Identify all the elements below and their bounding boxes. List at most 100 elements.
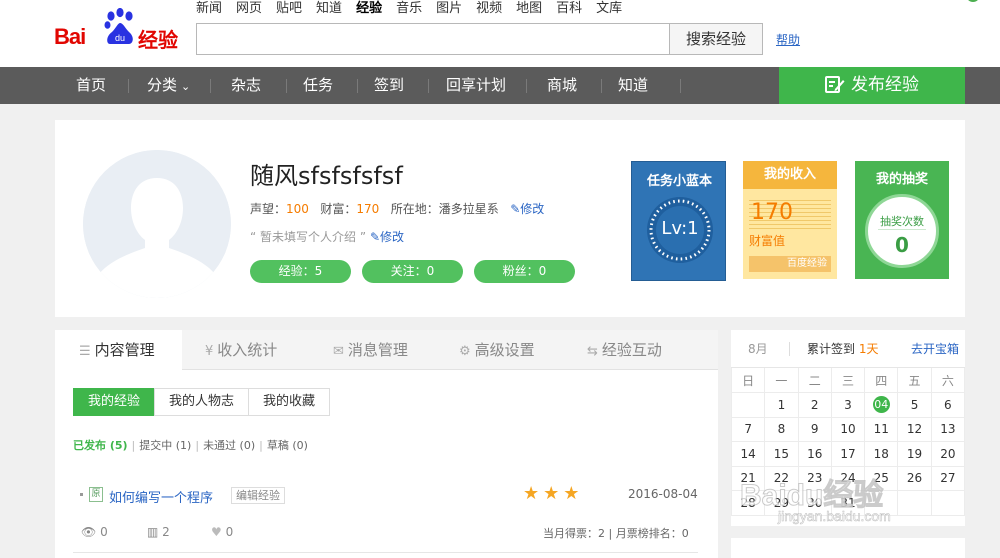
filter-divider: | bbox=[259, 439, 263, 452]
today-marker: 04 bbox=[872, 396, 890, 414]
calendar-day: 19 bbox=[897, 441, 932, 467]
yen-icon: ¥ bbox=[205, 344, 214, 359]
following-count-pill[interactable]: 关注：0 bbox=[362, 260, 463, 283]
edit-intro-link[interactable]: ✎修改 bbox=[370, 230, 404, 244]
main-nav-item[interactable]: 杂志 bbox=[231, 67, 261, 104]
status-filters: 已发布 (5) | 提交中 (1) | 未通过 (0) | 草稿 (0) bbox=[73, 437, 308, 453]
calendar-day: 23 bbox=[797, 465, 832, 491]
top-nav-item[interactable]: 经验 bbox=[356, 0, 382, 18]
experience-title-link[interactable]: 如何编写一个程序 bbox=[109, 487, 213, 506]
experience-count-pill[interactable]: 经验：5 bbox=[250, 260, 351, 283]
bar-chart-icon: ▥ bbox=[147, 525, 159, 539]
tab-advanced-settings[interactable]: ⚙ 高级设置 bbox=[459, 330, 535, 370]
content-tabs: ☰ 内容管理 ¥ 收入统计 ✉ 消息管理 ⚙ 高级设置 ⇆ 经验互动 bbox=[55, 330, 718, 371]
logo-bai-text: Bai bbox=[54, 24, 86, 49]
tab-label: 消息管理 bbox=[347, 341, 408, 359]
calendar-day: 15 bbox=[764, 441, 799, 467]
calendar-day: 12 bbox=[897, 416, 932, 442]
tab-label: 内容管理 bbox=[94, 341, 155, 359]
edit-location-label: 修改 bbox=[520, 202, 545, 216]
task-level: Lv:1 bbox=[661, 218, 699, 239]
filter-submitting[interactable]: 提交中 (1) bbox=[139, 439, 191, 452]
top-nav-item[interactable]: 地图 bbox=[516, 0, 542, 18]
calendar-grid: 日一二三四五六 1 2 3 04 5 6 7 8 9 10 11 12 13 14 15 16 17 18 19 20 2… bbox=[730, 368, 966, 516]
main-nav-item[interactable]: 签到 bbox=[374, 67, 404, 104]
avatar[interactable] bbox=[83, 150, 231, 298]
main-nav-item[interactable]: 商城 bbox=[547, 67, 577, 104]
divider bbox=[789, 342, 790, 356]
default-avatar-icon bbox=[83, 150, 231, 298]
top-nav-item[interactable]: 图片 bbox=[436, 0, 462, 18]
fans-count-pill[interactable]: 粉丝：0 bbox=[474, 260, 575, 283]
filter-divider: | bbox=[195, 439, 200, 452]
eye-icon: 👁 bbox=[81, 525, 97, 539]
tab-experience-interaction[interactable]: ⇆ 经验互动 bbox=[587, 330, 662, 370]
main-nav-item[interactable]: 回享计划 bbox=[446, 67, 506, 104]
search-button[interactable]: 搜索经验 bbox=[669, 23, 763, 55]
main-nav-item[interactable]: 任务 bbox=[303, 67, 333, 104]
view-count-value: 0 bbox=[100, 525, 108, 539]
edit-experience-button[interactable]: 编辑经验 bbox=[231, 487, 285, 504]
filter-drafts[interactable]: 草稿 (0) bbox=[267, 439, 308, 452]
location-value: 潘多拉星系 bbox=[438, 202, 499, 216]
tab-content-management[interactable]: ☰ 内容管理 bbox=[55, 330, 182, 371]
top-nav-item[interactable]: 百科 bbox=[556, 0, 582, 18]
calendar-day: 2 bbox=[797, 392, 832, 418]
calendar-day: 7 bbox=[730, 416, 766, 442]
filter-rejected[interactable]: 未通过 (0) bbox=[203, 439, 255, 452]
bullet-icon bbox=[80, 493, 83, 496]
calendar-day: 8 bbox=[764, 416, 799, 442]
subtab-my-favorites[interactable]: 我的收藏 bbox=[248, 388, 331, 416]
status-dot bbox=[966, 0, 980, 2]
profile-card: 随风sfsfsfsfsf 声望：100 财富：170 所在地：潘多拉星系 ✎修改… bbox=[55, 120, 965, 317]
main-nav-item[interactable]: 首页 bbox=[76, 67, 106, 104]
vote-rank: 当月得票：2 | 月票榜排名：0 bbox=[543, 527, 689, 540]
main-nav-label: 分类 bbox=[147, 76, 178, 94]
signin-calendar: 8月 累计签到 1天 去开宝箱 日一二三四五六 1 2 3 04 5 6 7 8 9 10 11 12 1… bbox=[730, 330, 966, 526]
main-nav-item[interactable]: 知道 bbox=[618, 67, 648, 104]
nav-divider bbox=[526, 79, 527, 93]
top-nav-item[interactable]: 视频 bbox=[476, 0, 502, 18]
open-treasure-link[interactable]: 去开宝箱 bbox=[911, 330, 959, 368]
tab-income-stats[interactable]: ¥ 收入统计 bbox=[205, 330, 277, 370]
lottery-title: 我的抽奖 bbox=[875, 172, 928, 187]
weekday-label: 六 bbox=[930, 368, 966, 393]
top-nav-item[interactable]: 新闻 bbox=[196, 0, 222, 18]
edit-location-link[interactable]: ✎修改 bbox=[510, 202, 544, 216]
top-nav-item[interactable]: 贴吧 bbox=[276, 0, 302, 18]
top-nav-item[interactable]: 知道 bbox=[316, 0, 342, 18]
tab-message-management[interactable]: ✉ 消息管理 bbox=[333, 330, 408, 370]
bar-count: ▥ 2 bbox=[147, 525, 170, 539]
calendar-day: 3 bbox=[830, 392, 866, 418]
top-nav-item[interactable]: 网页 bbox=[236, 0, 262, 18]
gear-icon: ⚙ bbox=[459, 344, 471, 359]
nav-divider bbox=[601, 79, 602, 93]
list-icon: ☰ bbox=[79, 344, 91, 359]
filter-divider: | bbox=[131, 439, 136, 452]
weekday-label: 一 bbox=[764, 368, 799, 393]
calendar-day bbox=[730, 392, 766, 418]
baidu-jingyan-logo[interactable]: Bai du 经验 bbox=[54, 8, 184, 54]
like-count: ♥ 0 bbox=[211, 525, 233, 539]
help-link[interactable]: 帮助 bbox=[776, 31, 800, 48]
main-nav-label: 回享计划 bbox=[446, 76, 507, 94]
task-card[interactable]: 任务小蓝本 Lv:1 bbox=[631, 161, 726, 281]
top-nav-item[interactable]: 文库 bbox=[596, 0, 622, 18]
lottery-card[interactable]: 我的抽奖 抽奖次数 0 bbox=[855, 161, 949, 279]
income-value: 170 bbox=[751, 200, 793, 225]
calendar-day-today: 04 bbox=[864, 392, 899, 418]
search-input[interactable] bbox=[196, 23, 670, 55]
main-nav-label: 杂志 bbox=[231, 76, 262, 94]
subtab-my-experience[interactable]: 我的经验 bbox=[73, 388, 156, 416]
calendar-day: 31 bbox=[830, 490, 866, 516]
divider bbox=[73, 552, 698, 553]
subtab-my-profiles[interactable]: 我的人物志 bbox=[154, 388, 250, 416]
main-nav-item[interactable]: 分类 ⌄ bbox=[147, 67, 190, 104]
income-card[interactable]: 我的收入 170 财富值 百度经验 bbox=[743, 161, 837, 279]
nav-divider bbox=[210, 79, 211, 93]
filter-published[interactable]: 已发布 (5) bbox=[73, 439, 128, 452]
calendar-day: 26 bbox=[897, 465, 932, 491]
calendar-day: 6 bbox=[930, 392, 966, 418]
top-nav-item[interactable]: 音乐 bbox=[396, 0, 422, 18]
publish-experience-button[interactable]: 发布经验 bbox=[779, 67, 965, 104]
